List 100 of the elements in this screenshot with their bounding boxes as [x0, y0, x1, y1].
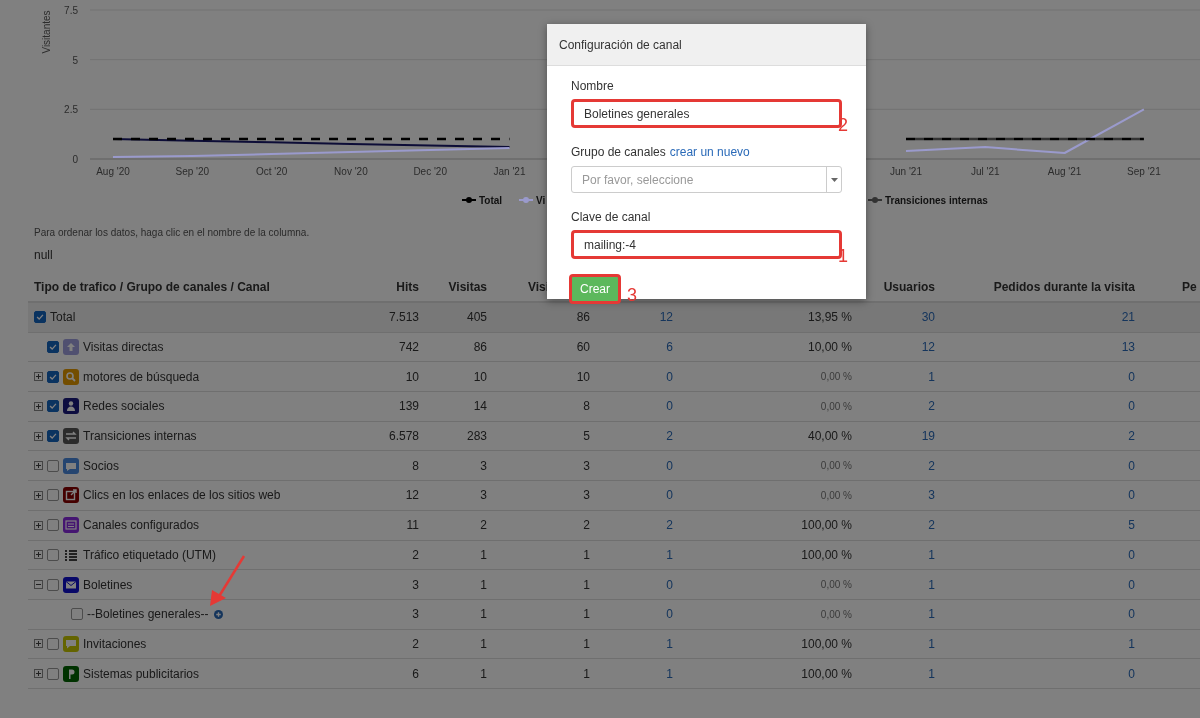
- table-cell[interactable]: 1: [928, 369, 935, 384]
- checkbox[interactable]: [47, 430, 59, 443]
- table-cell[interactable]: 0: [1128, 666, 1135, 681]
- column-header[interactable]: Pe: [1135, 279, 1197, 294]
- table-cell[interactable]: 1: [666, 547, 673, 562]
- channel-name: Socios: [83, 458, 120, 473]
- column-header[interactable]: Hits: [396, 279, 419, 294]
- checkbox[interactable]: [47, 459, 59, 472]
- table-cell[interactable]: 0: [1128, 369, 1135, 384]
- table-cell[interactable]: 21: [1121, 310, 1135, 325]
- column-header[interactable]: Tipo de trafico / Grupo de canales / Canal: [28, 279, 270, 294]
- expand-toggle[interactable]: [34, 461, 43, 471]
- table-cell[interactable]: 1: [928, 666, 935, 681]
- table-cell[interactable]: 19: [921, 429, 935, 444]
- table-cell[interactable]: 1: [928, 547, 935, 562]
- column-header[interactable]: Usuarios: [883, 279, 935, 294]
- table-cell: 405: [466, 310, 487, 325]
- table-cell: 1: [583, 577, 590, 592]
- legend-item[interactable]: Vi: [518, 195, 546, 206]
- table-cell[interactable]: 0: [1128, 399, 1135, 414]
- channel-name: Clics en los enlaces de los sitios web: [83, 488, 281, 503]
- table-cell: 10,00 %: [807, 340, 852, 355]
- expand-toggle[interactable]: [34, 639, 43, 649]
- collapse-toggle[interactable]: [34, 580, 43, 590]
- table-cell[interactable]: 0: [1128, 458, 1135, 473]
- field-label: Clave de canal: [571, 210, 651, 224]
- checkbox[interactable]: [47, 548, 59, 561]
- column-header[interactable]: Pedidos durante la visita: [993, 279, 1135, 294]
- checkbox[interactable]: [47, 578, 59, 591]
- checkbox[interactable]: [47, 637, 59, 650]
- table-cell[interactable]: 2: [928, 458, 935, 473]
- table-cell[interactable]: 2: [666, 429, 673, 444]
- table-cell[interactable]: 0: [666, 399, 673, 414]
- checkbox[interactable]: [47, 519, 59, 532]
- axis-tick-label: Aug '20: [96, 166, 130, 177]
- table-cell[interactable]: 12: [921, 340, 935, 355]
- table-cell[interactable]: 1: [928, 607, 935, 622]
- table-cell: 14: [473, 399, 487, 414]
- table-cell[interactable]: 0: [666, 577, 673, 592]
- expand-toggle[interactable]: [34, 669, 43, 679]
- table-cell: 100,00 %: [801, 666, 852, 681]
- table-cell[interactable]: 2: [1128, 429, 1135, 444]
- table-cell: 5: [583, 429, 590, 444]
- table-cell[interactable]: 0: [666, 607, 673, 622]
- table-cell[interactable]: 2: [666, 518, 673, 533]
- table-cell[interactable]: 0: [666, 488, 673, 503]
- expand-toggle[interactable]: [34, 401, 43, 411]
- input-field[interactable]: mailing:-4: [574, 233, 839, 256]
- table-cell[interactable]: 0: [1128, 607, 1135, 622]
- checkbox[interactable]: [34, 311, 46, 324]
- table-cell: 8: [412, 458, 419, 473]
- expand-toggle[interactable]: [34, 520, 43, 530]
- expand-toggle[interactable]: [34, 550, 43, 560]
- table-cell[interactable]: 13: [1121, 340, 1135, 355]
- checkbox[interactable]: [47, 400, 59, 413]
- axis-tick-label: 7.5: [64, 5, 78, 16]
- table-cell[interactable]: 0: [1128, 547, 1135, 562]
- group-dropdown[interactable]: Por favor, seleccione: [571, 166, 842, 193]
- legend-item[interactable]: Transiciones internas: [867, 195, 988, 206]
- table-cell[interactable]: 1: [928, 636, 935, 651]
- create-new-link[interactable]: crear un nuevo: [669, 145, 750, 159]
- table-cell[interactable]: 2: [928, 518, 935, 533]
- table-cell: 2: [412, 547, 419, 562]
- add-icon[interactable]: [214, 609, 224, 619]
- table-cell[interactable]: 0: [666, 369, 673, 384]
- table-cell[interactable]: 0: [666, 458, 673, 473]
- table-cell[interactable]: 6: [666, 340, 673, 355]
- table-cell[interactable]: 12: [659, 310, 673, 325]
- table-cell: 283: [466, 429, 487, 444]
- channel-name: Canales configurados: [83, 518, 200, 533]
- table-cell[interactable]: 5: [1128, 518, 1135, 533]
- table-cell[interactable]: 0: [1128, 577, 1135, 592]
- expand-toggle[interactable]: [34, 372, 43, 382]
- table-cell: 86: [576, 310, 590, 325]
- table-cell[interactable]: 0: [1128, 488, 1135, 503]
- table-cell[interactable]: 2: [928, 399, 935, 414]
- table-cell: 3: [480, 458, 487, 473]
- table-cell[interactable]: 3: [928, 488, 935, 503]
- checkbox[interactable]: [47, 341, 59, 354]
- table-cell[interactable]: 1: [928, 577, 935, 592]
- table-cell: 2: [480, 518, 487, 533]
- input-field[interactable]: Boletines generales: [574, 102, 839, 125]
- table-cell: 1: [480, 636, 487, 651]
- table-cell[interactable]: 1: [666, 666, 673, 681]
- table-cell: 60: [576, 340, 590, 355]
- checkbox[interactable]: [47, 489, 59, 502]
- table-cell[interactable]: 1: [1128, 636, 1135, 651]
- table-cell: 0,00 %: [820, 489, 852, 501]
- table-cell[interactable]: 1: [666, 636, 673, 651]
- expand-toggle[interactable]: [34, 490, 43, 500]
- legend-item[interactable]: Total: [461, 195, 503, 206]
- expand-toggle[interactable]: [34, 431, 43, 441]
- table-cell[interactable]: 30: [921, 310, 935, 325]
- caret-icon: [830, 177, 838, 182]
- checkbox[interactable]: [47, 370, 59, 383]
- checkbox[interactable]: [71, 608, 83, 621]
- channel-name: --Boletines generales--: [87, 607, 209, 622]
- column-header[interactable]: Visitas: [448, 279, 487, 294]
- table-cell: 1: [583, 547, 590, 562]
- checkbox[interactable]: [47, 667, 59, 680]
